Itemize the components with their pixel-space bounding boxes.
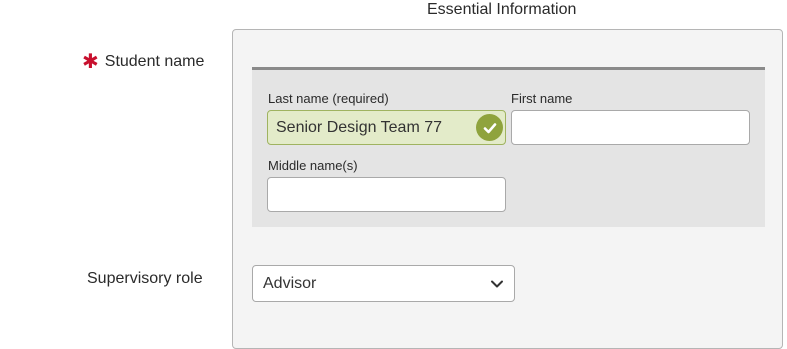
chevron-down-icon bbox=[490, 277, 504, 291]
supervisory-role-value: Advisor bbox=[263, 274, 317, 292]
first-name-input[interactable] bbox=[511, 110, 750, 145]
first-name-label: First name bbox=[511, 91, 573, 106]
last-name-input[interactable] bbox=[267, 110, 506, 145]
supervisory-role-select[interactable]: Advisor bbox=[252, 265, 515, 302]
asterisk-icon: ✱ bbox=[82, 51, 99, 73]
student-name-label: Student name bbox=[104, 53, 205, 70]
student-name-label-row: ✱ Student name bbox=[82, 51, 205, 73]
supervisory-role-label: Supervisory role bbox=[87, 270, 203, 287]
check-circle-icon bbox=[476, 114, 503, 141]
last-name-label: Last name (required) bbox=[268, 91, 389, 106]
section-heading: Essential Information bbox=[427, 1, 577, 18]
middle-name-label: Middle name(s) bbox=[268, 158, 358, 173]
middle-name-input[interactable] bbox=[267, 177, 506, 212]
